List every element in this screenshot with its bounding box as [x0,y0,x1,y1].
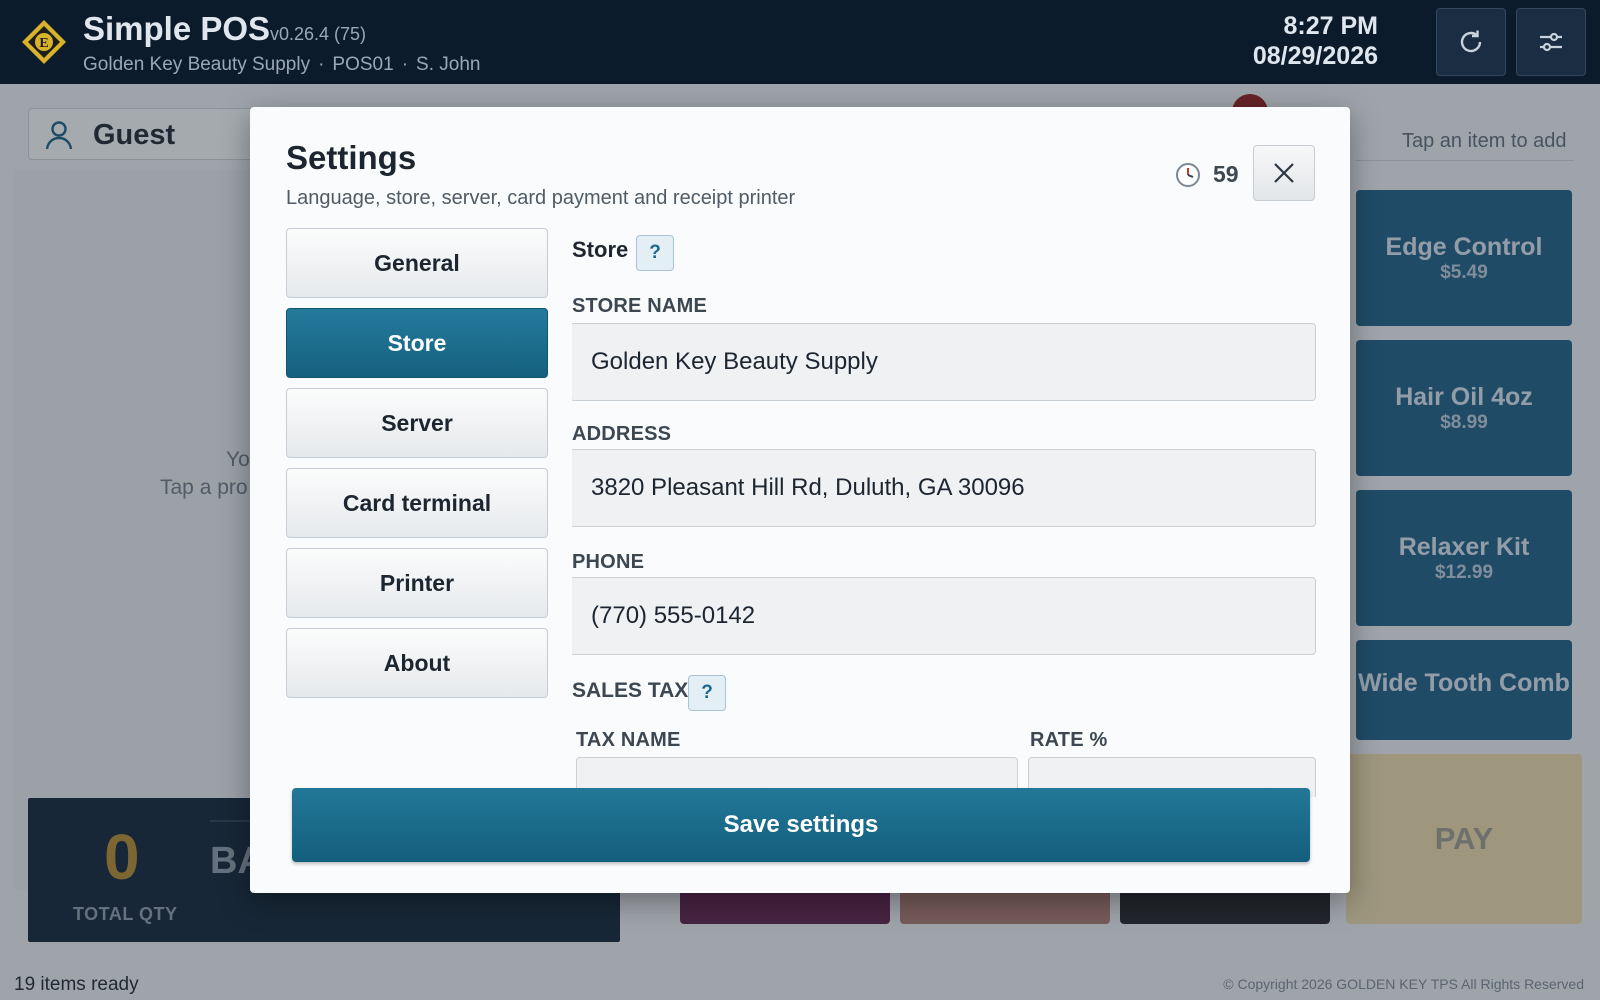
settings-button[interactable] [1516,8,1586,76]
address-input[interactable] [572,449,1316,527]
store-info: Golden Key Beauty Supply · POS01 · S. John [83,54,480,76]
close-button[interactable] [1253,145,1315,201]
tab-general[interactable]: General [286,228,548,298]
sales-tax-help-button[interactable]: ? [688,675,726,711]
store-name: Golden Key Beauty Supply [83,54,311,75]
store-name-label: STORE NAME [572,295,707,317]
dialog-subtitle: Language, store, server, card payment an… [286,187,796,209]
phone-input[interactable] [572,577,1316,655]
separator: · [401,54,409,75]
address-label: ADDRESS [572,423,672,445]
clock-time: 8:27 PM [1283,12,1378,40]
close-icon [1274,163,1294,183]
dialog-title: Settings [286,139,417,176]
sales-tax-label: SALES TAX [572,679,689,702]
store-settings-section: Store ? STORE NAME ADDRESS PHONE SALES T… [572,227,1320,873]
register-id: POS01 [332,54,394,75]
cashier-name: S. John [416,54,481,75]
svg-text:E: E [39,36,48,51]
app-version: v0.26.4 (75) [270,24,367,44]
app-title: Simple POS [83,10,271,47]
store-help-button[interactable]: ? [636,235,674,271]
settings-dialog: Settings Language, store, server, card p… [250,107,1350,893]
clock-date: 08/29/2026 [1252,42,1378,70]
store-name-input[interactable] [572,323,1316,401]
refresh-icon [1460,30,1482,53]
timeout-countdown: 59 [1213,161,1239,187]
tab-about[interactable]: About [286,628,548,698]
section-title: Store [572,237,629,262]
save-settings-button[interactable]: Save settings [292,788,1310,862]
phone-label: PHONE [572,551,645,573]
tab-card-terminal[interactable]: Card terminal [286,468,548,538]
app-header: E Simple POS v0.26.4 (75) Golden Key Bea… [0,0,1600,84]
refresh-button[interactable] [1436,8,1506,76]
tax-name-label: TAX NAME [576,729,681,751]
sliders-icon [1540,32,1562,52]
tab-server[interactable]: Server [286,388,548,458]
rate-label: RATE % [1030,729,1108,751]
golden-key-logo-icon: E [22,20,66,64]
tab-printer[interactable]: Printer [286,548,548,618]
clock-icon [1176,163,1200,187]
separator: · [318,54,325,75]
tab-store[interactable]: Store [286,308,548,378]
